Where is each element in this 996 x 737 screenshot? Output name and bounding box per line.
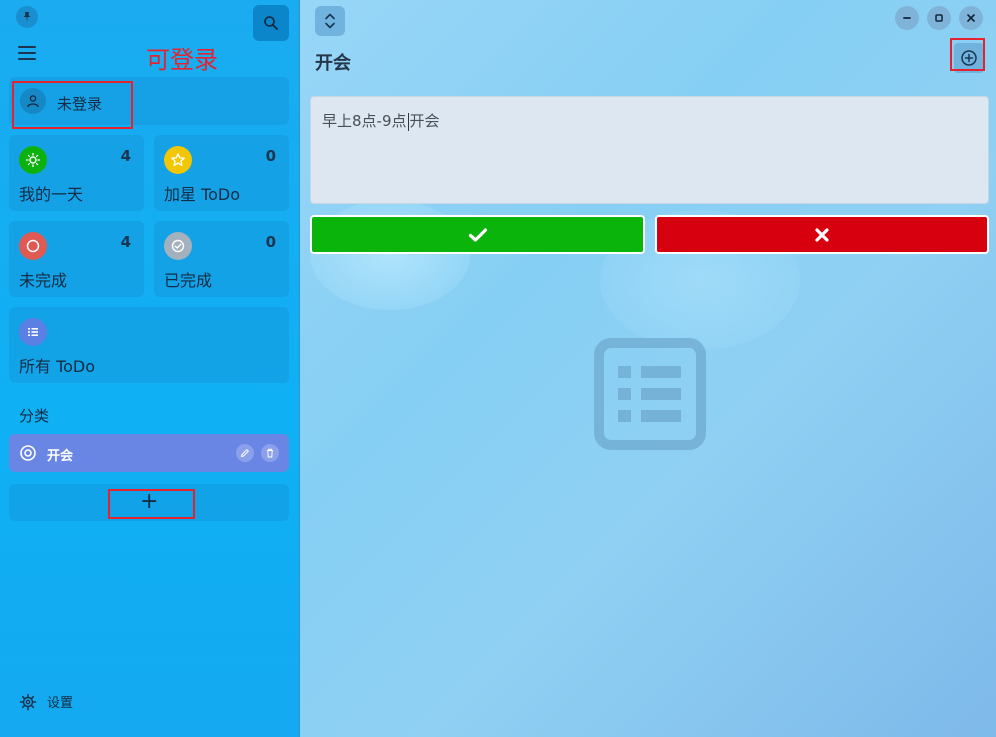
sort-button[interactable] <box>315 6 345 36</box>
tile-completed[interactable]: 0 已完成 <box>154 221 289 297</box>
settings-button[interactable]: 设置 <box>19 692 73 711</box>
task-input-text-before-caret: 早上8点-9点 <box>322 112 407 130</box>
delete-category-button[interactable] <box>261 444 279 462</box>
check-circle-icon <box>164 232 192 260</box>
sidebar: 可登录 未登录 4 我的一天 0 加星 ToDo 4 未完成 0 已完成 所有 … <box>0 0 300 737</box>
tile-label: 已完成 <box>164 271 213 290</box>
tile-count: 4 <box>120 147 131 165</box>
confirm-button[interactable] <box>310 215 645 254</box>
maximize-icon <box>935 14 943 22</box>
tile-incomplete[interactable]: 4 未完成 <box>9 221 144 297</box>
settings-label: 设置 <box>47 696 74 711</box>
pencil-icon <box>240 448 250 458</box>
tile-starred[interactable]: 0 加星 ToDo <box>154 135 289 211</box>
target-icon <box>20 445 36 461</box>
search-button[interactable] <box>253 5 289 41</box>
check-icon <box>468 227 487 242</box>
page-title: 开会 <box>315 53 351 74</box>
cancel-button[interactable] <box>655 215 989 254</box>
tile-all-todo[interactable]: 所有 ToDo <box>9 307 289 383</box>
minimize-button[interactable] <box>895 6 919 30</box>
circle-icon <box>19 232 47 260</box>
task-input[interactable]: 早上8点-9点 开会 <box>310 96 989 204</box>
trash-icon <box>267 448 273 458</box>
sun-icon <box>19 146 47 174</box>
tile-count: 4 <box>120 233 131 251</box>
category-label: 开会 <box>47 449 74 464</box>
text-caret <box>407 112 409 131</box>
minimize-icon <box>903 17 911 19</box>
tile-label: 未完成 <box>19 271 68 290</box>
tile-count: 0 <box>265 147 276 165</box>
menu-icon[interactable] <box>18 46 36 62</box>
empty-list-illustration-icon <box>594 338 706 450</box>
star-icon <box>164 146 192 174</box>
chevron-up-down-icon <box>325 13 335 29</box>
add-category-highlight-box <box>108 489 195 519</box>
category-item-meeting[interactable]: 开会 <box>9 434 289 472</box>
task-input-text-after-caret: 开会 <box>409 112 440 130</box>
category-section-title: 分类 <box>19 407 50 425</box>
close-button[interactable] <box>959 6 983 30</box>
maximize-button[interactable] <box>927 6 951 30</box>
add-task-highlight-box <box>950 38 985 71</box>
gear-icon <box>19 693 37 710</box>
tile-label: 加星 ToDo <box>164 185 241 204</box>
list-icon <box>19 318 47 346</box>
tile-label: 所有 ToDo <box>19 357 96 376</box>
pin-button[interactable] <box>16 6 38 28</box>
edit-category-button[interactable] <box>236 444 254 462</box>
search-icon <box>264 16 278 30</box>
close-icon <box>815 227 829 242</box>
main-panel: 开会 早上8点-9点 开会 <box>300 0 996 737</box>
tile-my-day[interactable]: 4 我的一天 <box>9 135 144 211</box>
login-highlight-box <box>12 81 133 129</box>
pin-icon <box>23 12 31 22</box>
tile-label: 我的一天 <box>19 185 84 204</box>
login-annotation: 可登录 <box>146 46 218 74</box>
tile-count: 0 <box>265 233 276 251</box>
close-icon <box>967 14 975 22</box>
